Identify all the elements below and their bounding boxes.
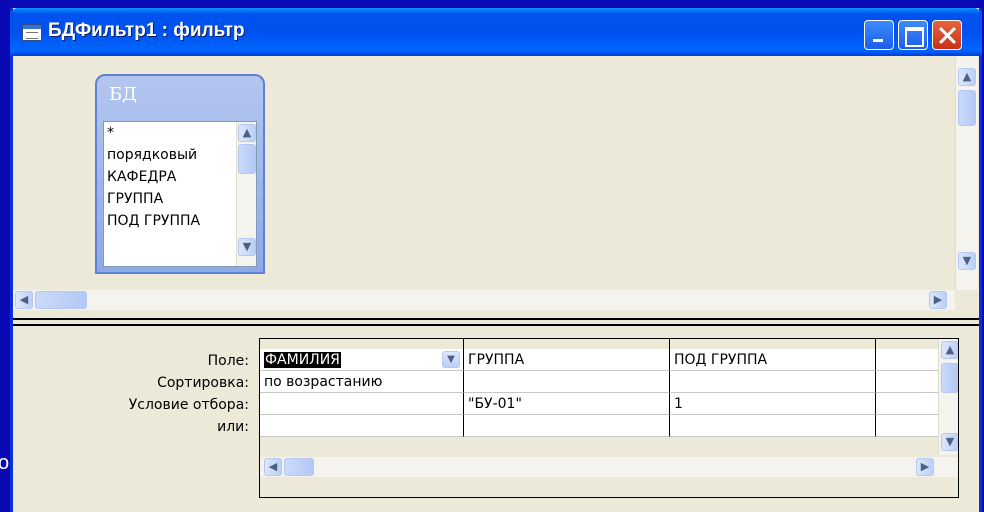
grid-cell-criteria[interactable]: "БУ-01" <box>464 393 670 415</box>
window-title: БДФильтр1 : фильтр <box>48 20 245 41</box>
scroll-thumb[interactable] <box>958 90 976 126</box>
field-list-item[interactable]: * <box>104 122 256 144</box>
field-value-selected: ФАМИЛИЯ <box>264 352 341 368</box>
grid-cell-criteria[interactable] <box>260 393 464 415</box>
table-pane-vertical-scrollbar[interactable]: ▲ ▼ <box>955 56 978 290</box>
minimize-button[interactable] <box>864 20 894 50</box>
scroll-thumb[interactable] <box>284 458 314 476</box>
close-button[interactable] <box>932 20 962 50</box>
grid-cell-field[interactable]: ФАМИЛИЯ ▼ <box>260 349 464 371</box>
scroll-down-icon[interactable]: ▼ <box>941 433 958 451</box>
grid-cell-or[interactable] <box>260 415 464 437</box>
table-pane-horizontal-scrollbar[interactable]: ◀ ▶ <box>13 290 955 310</box>
pane-splitter[interactable] <box>13 318 979 326</box>
scroll-up-icon[interactable]: ▲ <box>238 124 256 142</box>
row-label-field: Поле: <box>207 353 249 369</box>
field-list-item[interactable]: порядковый <box>104 144 256 166</box>
field-list-item[interactable]: КАФЕДРА <box>104 166 256 188</box>
row-label-or: или: <box>217 419 249 435</box>
column-selector[interactable] <box>464 339 670 349</box>
scroll-right-icon[interactable]: ▶ <box>929 291 947 309</box>
row-label-sort: Сортировка: <box>157 375 249 391</box>
scroll-thumb[interactable] <box>35 291 87 309</box>
scroll-right-icon[interactable]: ▶ <box>916 458 934 476</box>
grid-cell-field[interactable]: ГРУППА <box>464 349 670 371</box>
query-window: БДФильтр1 : фильтр БД * порядковый КАФЕД… <box>10 8 982 512</box>
row-label-criteria: Условие отбора: <box>128 397 249 413</box>
query-window-icon[interactable] <box>22 24 42 41</box>
scroll-down-icon[interactable]: ▼ <box>238 238 256 256</box>
grid-cell-or[interactable] <box>464 415 670 437</box>
table-field-list-box[interactable]: БД * порядковый КАФЕДРА ГРУППА ПОД ГРУПП… <box>95 74 265 274</box>
field-list-scrollbar[interactable]: ▲ ▼ <box>236 122 256 266</box>
grid-cell-or[interactable] <box>670 415 876 437</box>
grid-cell-criteria[interactable]: 1 <box>670 393 876 415</box>
table-name: БД <box>109 84 137 105</box>
background-text-fragment: о <box>0 452 10 474</box>
grid-vertical-scrollbar[interactable]: ▲ ▼ <box>938 339 958 455</box>
field-list[interactable]: * порядковый КАФЕДРА ГРУППА ПОД ГРУППА ▲… <box>103 121 257 267</box>
scroll-left-icon[interactable]: ◀ <box>15 291 33 309</box>
scroll-up-icon[interactable]: ▲ <box>958 68 976 86</box>
title-bar[interactable]: БДФильтр1 : фильтр <box>10 8 982 56</box>
field-list-item[interactable]: ГРУППА <box>104 188 256 210</box>
maximize-button[interactable] <box>898 20 928 50</box>
field-list-item[interactable]: ПОД ГРУППА <box>104 210 256 232</box>
design-grid[interactable]: ФАМИЛИЯ ▼ ГРУППА ПОД ГРУППА по возрастан… <box>259 338 959 498</box>
grid-cell-sort[interactable]: по возрастанию <box>260 371 464 393</box>
scroll-left-icon[interactable]: ◀ <box>264 458 282 476</box>
grid-cell-sort[interactable] <box>670 371 876 393</box>
grid-cell-field[interactable]: ПОД ГРУППА <box>670 349 876 371</box>
column-selector[interactable] <box>670 339 876 349</box>
grid-cell-sort[interactable] <box>464 371 670 393</box>
scroll-up-icon[interactable]: ▲ <box>941 341 958 359</box>
grid-horizontal-scrollbar[interactable]: ◀ ▶ <box>260 457 958 477</box>
scroll-down-icon[interactable]: ▼ <box>958 252 976 270</box>
table-pane: БД * порядковый КАФЕДРА ГРУППА ПОД ГРУПП… <box>13 56 979 318</box>
scroll-thumb[interactable] <box>941 363 958 393</box>
chevron-down-icon[interactable]: ▼ <box>442 351 460 368</box>
design-grid-pane: Поле: Сортировка: Условие отбора: или: Ф… <box>13 326 979 512</box>
scroll-thumb[interactable] <box>238 144 256 174</box>
column-selector[interactable] <box>260 339 464 349</box>
